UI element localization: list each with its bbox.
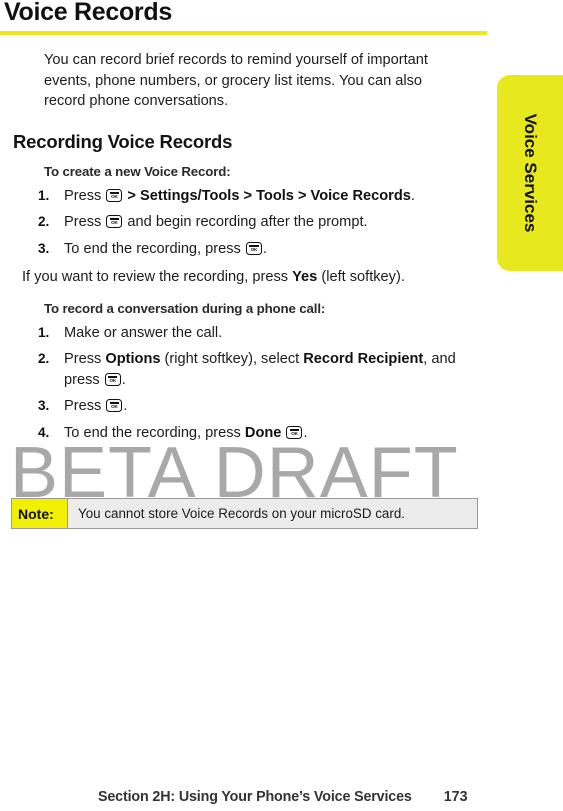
intro-paragraph: You can record brief records to remind y… bbox=[44, 52, 428, 109]
step-number: 3. bbox=[38, 398, 50, 413]
list-item: 1. Press > Settings/Tools > Tools > Voice… bbox=[0, 186, 472, 207]
ok-key-icon bbox=[245, 241, 262, 255]
procedure-1-lead: To create a new Voice Record: bbox=[44, 163, 231, 179]
ok-key-icon bbox=[106, 188, 123, 202]
procedure-1-follow-up: If you want to review the recording, pre… bbox=[22, 269, 405, 285]
emphasis-text: Record Recipient bbox=[303, 351, 424, 367]
emphasis-text: Yes bbox=[292, 269, 318, 285]
step-text: To end the recording, press . bbox=[64, 241, 267, 257]
emphasis-text: > Settings/Tools > Tools > Voice Records bbox=[123, 187, 411, 204]
ok-key-icon bbox=[286, 425, 303, 439]
note-text: You cannot store Voice Records on your m… bbox=[68, 499, 477, 528]
step-text: Make or answer the call. bbox=[64, 324, 223, 341]
procedure-2-steps: 1. Make or answer the call. 2. Press Option… bbox=[0, 323, 500, 444]
procedure-2-lead: To record a conversation during a phone … bbox=[44, 300, 326, 316]
emphasis-text: Options bbox=[105, 351, 161, 367]
footer-page-number: 173 bbox=[443, 789, 468, 805]
procedure-1-steps: 1. Press > Settings/Tools > Tools > Voice… bbox=[0, 186, 500, 260]
side-tab-voice-services: Voice Services bbox=[497, 75, 563, 271]
list-item: 4. To end the recording, press Done . bbox=[0, 423, 472, 444]
list-item: 2. Press Options (right softkey), select … bbox=[0, 349, 472, 390]
note-box: Note: You cannot store Voice Records on … bbox=[11, 498, 478, 529]
emphasis-text: Done bbox=[244, 424, 282, 441]
page-title: Voice Records bbox=[4, 0, 172, 26]
step-text: Press . bbox=[64, 398, 127, 414]
step-number: 2. bbox=[38, 351, 50, 366]
section-heading: Recording Voice Records bbox=[13, 130, 233, 152]
step-text: Press Options (right softkey), select Re… bbox=[64, 351, 456, 388]
ok-key-icon bbox=[104, 372, 121, 386]
footer-section-title: Section 2H: Using Your Phone’s Voice Ser… bbox=[98, 789, 412, 805]
step-number: 2. bbox=[38, 214, 50, 229]
step-text: To end the recording, press Done . bbox=[64, 425, 308, 441]
list-item: 1. Make or answer the call. bbox=[0, 323, 472, 344]
step-number: 1. bbox=[38, 324, 50, 340]
step-number: 1. bbox=[38, 187, 50, 203]
note-label: Note: bbox=[12, 499, 68, 528]
step-number: 4. bbox=[38, 424, 50, 440]
ok-key-icon bbox=[106, 399, 123, 412]
page-footer: Section 2H: Using Your Phone’s Voice Ser… bbox=[0, 789, 519, 805]
list-item: 3. Press . bbox=[0, 396, 472, 417]
side-tab-label: Voice Services bbox=[521, 113, 540, 233]
step-number: 3. bbox=[38, 240, 50, 256]
step-text: Press and begin recording after the prom… bbox=[64, 214, 368, 230]
list-item: 2. Press and begin recording after the pr… bbox=[0, 212, 472, 233]
ok-key-icon bbox=[106, 215, 123, 228]
page-content: You can record brief records to remind y… bbox=[0, 50, 500, 449]
title-rule bbox=[0, 31, 487, 35]
step-text: Press > Settings/Tools > Tools > Voice R… bbox=[64, 188, 415, 204]
list-item: 3. To end the recording, press . bbox=[0, 239, 472, 260]
